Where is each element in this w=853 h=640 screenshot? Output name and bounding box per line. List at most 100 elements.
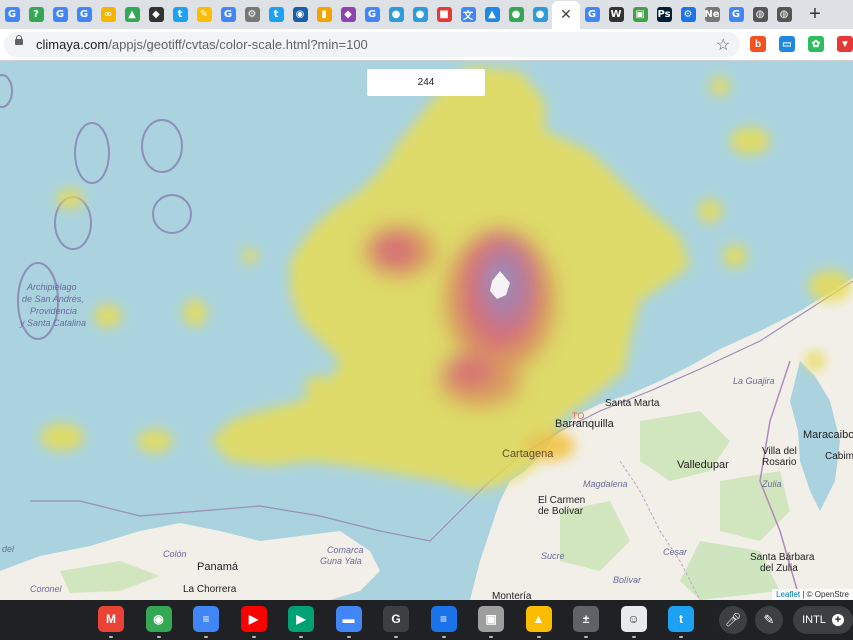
twitter-icon: t xyxy=(268,7,284,22)
google-icon: G xyxy=(220,7,236,22)
drive-app[interactable]: ▲ xyxy=(525,606,552,632)
tab-ps[interactable]: Ps xyxy=(652,1,676,29)
map-label-la-chorrera: La Chorrera xyxy=(183,584,237,595)
map-view[interactable]: 244 Archipiélago de San Andrés, Providen… xyxy=(0,61,853,600)
tab-google-6[interactable]: G xyxy=(360,1,384,29)
g-app[interactable]: G xyxy=(383,606,409,632)
tab-cube[interactable]: ◆ xyxy=(336,1,360,29)
docs-app[interactable]: ≡ xyxy=(193,606,219,632)
twitter-app[interactable]: t xyxy=(668,606,694,632)
map-label-maracaibo: Maracaibo xyxy=(803,429,853,441)
tab-mountain[interactable]: ▲ xyxy=(480,1,504,29)
tab-circle-1[interactable]: ● xyxy=(384,1,408,29)
tab-ne[interactable]: Ne xyxy=(700,1,724,29)
os-shelf: 🎤︎ ✎ INTL + M ◉ ≡ ▶ ▶ ▬ G ≡ ▣ ▲ ± ☺ t xyxy=(0,600,853,640)
tab-google-8[interactable]: G xyxy=(724,1,748,29)
tab-red[interactable]: ■ xyxy=(432,1,456,29)
tab-google-1[interactable]: G xyxy=(0,1,24,29)
play-store-icon: ▶ xyxy=(296,612,306,626)
stylus-button[interactable]: ✎ xyxy=(755,606,783,634)
extension-photos[interactable]: ▭ xyxy=(779,36,795,52)
tab-drive[interactable]: ▲ xyxy=(120,1,144,29)
microphone-button[interactable]: 🎤︎ xyxy=(719,606,747,634)
url-text[interactable]: climaya.com/appjs/geotiff/cvtas/color-sc… xyxy=(36,37,368,52)
map-label-zulia: Zulia xyxy=(762,479,782,489)
tab-google-4[interactable]: G xyxy=(72,1,96,29)
extension-evernote[interactable]: ✿ xyxy=(808,36,824,52)
input-method-tray[interactable]: INTL + xyxy=(793,606,853,634)
tab-wikipedia[interactable]: W xyxy=(604,1,628,29)
lock-icon[interactable] xyxy=(15,35,23,45)
google-icon: G xyxy=(4,7,20,22)
map-label-valledupar: Valledupar xyxy=(677,459,729,471)
new-tab-button[interactable]: + xyxy=(802,1,828,29)
youtube-app[interactable]: ▶ xyxy=(240,606,267,632)
files-icon: ▬ xyxy=(342,612,355,626)
play-store-app[interactable]: ▶ xyxy=(288,606,314,632)
map-label-cesar: Cesar xyxy=(663,547,688,557)
tab-twitter-2[interactable]: t xyxy=(264,1,288,29)
map-label-archipelago: Archipiélago xyxy=(27,282,77,292)
map-label-sucre: Sucre xyxy=(541,551,565,561)
add-circle-icon: + xyxy=(831,614,844,626)
tab-settings[interactable]: ⚙ xyxy=(676,1,700,29)
tab-google-5[interactable]: G xyxy=(216,1,240,29)
globe-icon: ◍ xyxy=(752,7,768,22)
google-icon: G xyxy=(76,7,92,22)
gear-globe-icon: ⚙ xyxy=(244,7,260,22)
tab-translate[interactable]: 文 xyxy=(456,1,480,29)
blue-circle-icon: ● xyxy=(412,7,428,22)
pencil-icon: ✎ xyxy=(196,7,212,22)
infinity-icon: ∞ xyxy=(100,7,116,22)
tab-circle-2[interactable]: ● xyxy=(408,1,432,29)
tab-infinity[interactable]: ∞ xyxy=(96,1,120,29)
map-label-barranquilla: Barranquilla xyxy=(555,418,614,430)
tab-maps[interactable]: ● xyxy=(504,1,528,29)
gmail-icon: M xyxy=(106,612,116,626)
google-icon: G xyxy=(728,7,744,22)
value-display: 244 xyxy=(367,69,485,96)
url-path: /appjs/geotiff/cvtas/color-scale.html?mi… xyxy=(108,37,368,52)
extension-b[interactable]: b xyxy=(750,36,766,52)
tab-chart[interactable]: ▮ xyxy=(312,1,336,29)
bookmark-star-icon[interactable]: ☆ xyxy=(716,35,730,55)
tab-circle-3[interactable]: ● xyxy=(528,1,552,29)
screenshot-app[interactable]: ▣ xyxy=(478,606,504,632)
running-indicator xyxy=(394,636,398,638)
tab-google-2[interactable]: ? xyxy=(24,1,48,29)
island-ring-3 xyxy=(152,194,192,234)
youtube-icon: ▶ xyxy=(248,612,259,626)
globe-icon: ◍ xyxy=(776,7,792,22)
tab-twitter-1[interactable]: t xyxy=(168,1,192,29)
tab-shield[interactable]: ◆ xyxy=(144,1,168,29)
shield-ext-icon: ▼ xyxy=(840,38,850,50)
calculator-app[interactable]: ± xyxy=(573,606,599,632)
address-bar[interactable]: climaya.com/appjs/geotiff/cvtas/color-sc… xyxy=(4,32,740,57)
tab-google-7[interactable]: G xyxy=(580,1,604,29)
tab-google-3[interactable]: G xyxy=(48,1,72,29)
extension-shield[interactable]: ▼ xyxy=(837,36,853,52)
files-app[interactable]: ▬ xyxy=(335,606,362,632)
wikipedia-icon: W xyxy=(608,7,624,22)
chrome-app[interactable]: ◉ xyxy=(145,606,172,632)
tab-noaa[interactable]: ◉ xyxy=(288,1,312,29)
tab-photo[interactable]: ▣ xyxy=(628,1,652,29)
tab-pencil[interactable]: ✎ xyxy=(192,1,216,29)
tab-globe-1[interactable]: ◍ xyxy=(748,1,772,29)
running-indicator xyxy=(441,636,446,638)
messages-app[interactable]: ≡ xyxy=(430,606,457,632)
running-indicator xyxy=(109,636,113,638)
map-label-cabimas: Cabima xyxy=(825,451,853,462)
leaflet-link[interactable]: Leaflet xyxy=(776,590,800,599)
tab-climaya[interactable]: ✕ xyxy=(552,0,580,29)
map-label-el-carmen: de Bolívar xyxy=(538,506,584,517)
clock-app[interactable]: ☺ xyxy=(620,606,647,632)
drive-icon: ▲ xyxy=(124,7,140,22)
gmail-app[interactable]: M xyxy=(98,606,124,632)
close-icon[interactable]: ✕ xyxy=(560,6,572,23)
tab-globe-2[interactable]: ◍ xyxy=(772,1,796,29)
map-label-bolivar: Bolívar xyxy=(613,575,642,585)
map-label-magdalena: Magdalena xyxy=(583,479,628,489)
tab-gear[interactable]: ⚙ xyxy=(240,1,264,29)
b-circle-icon: b xyxy=(754,38,762,50)
